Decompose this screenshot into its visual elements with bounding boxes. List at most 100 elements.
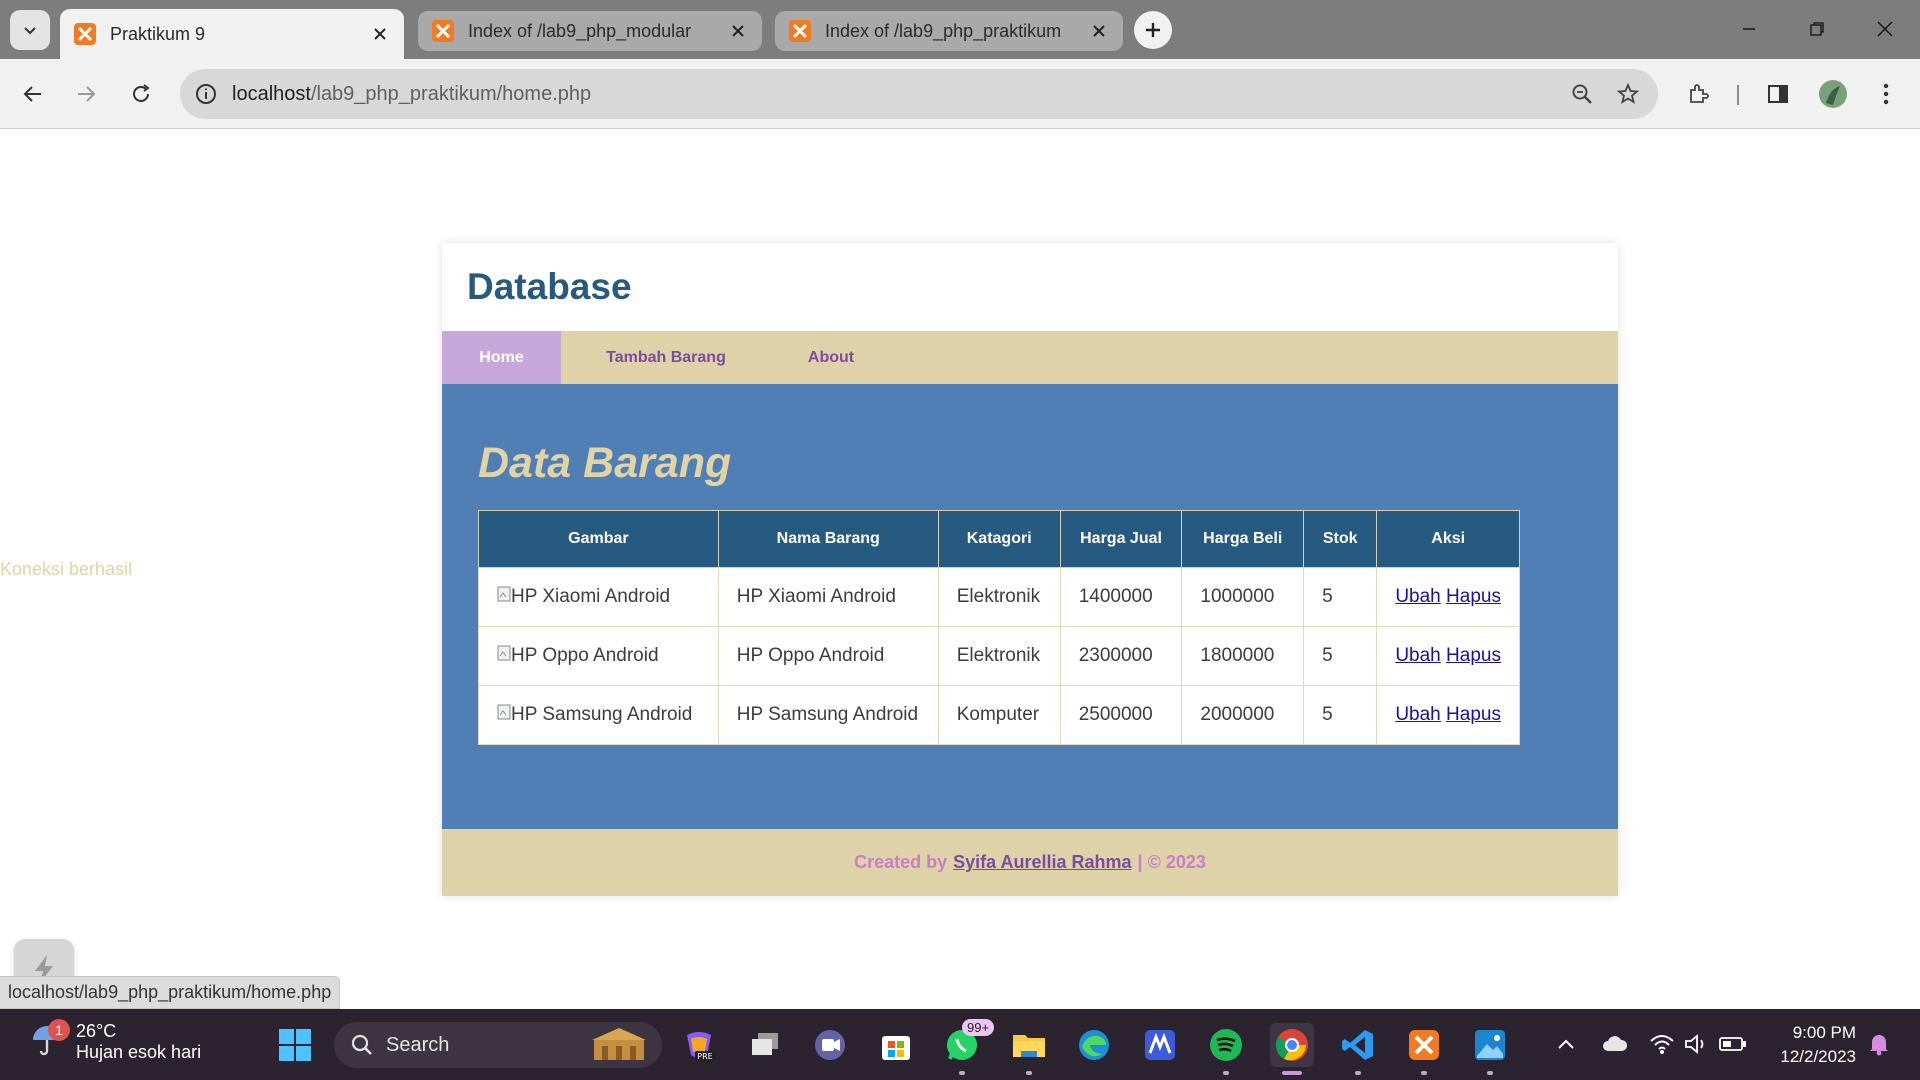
close-icon[interactable] (1089, 21, 1109, 41)
nav-about-link[interactable]: About (771, 331, 891, 384)
site-footer: Created by Syifa Aurellia Rahma | © 2023 (442, 829, 1618, 896)
taskbar-whatsapp[interactable]: 99+ (940, 1019, 995, 1075)
cloud-icon (1603, 1036, 1628, 1051)
reload-button[interactable] (123, 76, 159, 112)
taskbar-chrome[interactable] (1270, 1023, 1314, 1075)
nav-tambah-barang-link[interactable]: Tambah Barang (561, 331, 771, 384)
chevron-down-icon (24, 27, 36, 35)
arrow-left-icon (23, 86, 41, 102)
taskbar-store[interactable] (874, 1023, 918, 1067)
taskbar-file-explorer[interactable] (1007, 1023, 1051, 1075)
main-content: Data Barang Gambar Nama Barang Katagori … (442, 384, 1618, 829)
taskbar-photos[interactable] (1468, 1023, 1512, 1075)
vscode-icon (1342, 1030, 1373, 1060)
page-container: Database Home Tambah Barang About Data B… (442, 243, 1618, 896)
edge-icon (1079, 1030, 1109, 1060)
svg-text:PRE: PRE (697, 1052, 712, 1061)
cell-nama-barang: HP Samsung Android (717, 685, 939, 745)
bookmark-button[interactable] (1612, 78, 1644, 110)
nav-home-link[interactable]: Home (442, 331, 561, 384)
photos-icon (1475, 1030, 1505, 1060)
cell-aksi: Ubah Hapus (1376, 685, 1520, 745)
tab-search-button[interactable] (10, 10, 50, 50)
tab-lab9-php-modular[interactable]: Index of /lab9_php_modular (418, 11, 762, 51)
site-info-icon[interactable] (194, 82, 218, 106)
url-host: localhost (232, 82, 311, 105)
clock-time: 9:00 PM (1792, 1023, 1856, 1042)
running-indicator (1223, 1071, 1229, 1075)
footer-author-link[interactable]: Syifa Aurellia Rahma (953, 852, 1131, 873)
column-header-aksi: Aksi (1376, 510, 1520, 568)
ubah-link[interactable]: Ubah (1395, 645, 1440, 666)
ubah-link[interactable]: Ubah (1395, 586, 1440, 607)
clock-date: 12/2/2023 (1780, 1047, 1856, 1066)
taskbar-vscode[interactable] (1336, 1023, 1380, 1075)
tray-overflow-button[interactable] (1551, 1029, 1581, 1059)
table-row: HP Oppo Android HP Oppo Android Elektron… (478, 626, 1520, 686)
footer-suffix: | © 2023 (1137, 852, 1206, 872)
taskbar-xampp[interactable] (1402, 1023, 1446, 1075)
cell-aksi: Ubah Hapus (1376, 567, 1520, 627)
minimize-icon (1743, 28, 1755, 30)
cell-harga-jual: 2500000 (1059, 685, 1183, 745)
menu-button[interactable] (1868, 76, 1904, 112)
windows-logo-icon (279, 1029, 311, 1061)
taskbar-spotify[interactable] (1204, 1023, 1248, 1075)
new-tab-button[interactable] (1134, 11, 1172, 49)
taskbar-task-view[interactable] (743, 1023, 787, 1067)
tray-battery[interactable] (1718, 1029, 1748, 1059)
m-app-icon (1145, 1030, 1175, 1060)
taskbar-app-m[interactable] (1138, 1023, 1182, 1067)
main-nav: Home Tambah Barang About (442, 331, 1618, 384)
address-bar[interactable]: localhost/lab9_php_praktikum/home.php (180, 69, 1658, 119)
start-button[interactable] (273, 1023, 317, 1067)
connection-status-text: Koneksi berhasil (0, 559, 133, 579)
taskbar-teams[interactable] (808, 1023, 852, 1067)
taskbar-clock[interactable]: 9:00 PM 12/2/2023 (1770, 1021, 1856, 1069)
cell-harga-beli: 1800000 (1181, 626, 1305, 686)
wifi-icon (1650, 1035, 1674, 1054)
tray-onedrive[interactable] (1600, 1029, 1630, 1059)
minimize-button[interactable] (1734, 14, 1764, 44)
weather-widget[interactable]: 1 26°C Hujan esok hari (30, 1018, 201, 1063)
forward-button[interactable] (68, 76, 104, 112)
tray-volume[interactable] (1681, 1029, 1711, 1059)
back-button[interactable] (15, 76, 51, 112)
zoom-icon (1572, 84, 1592, 104)
tab-praktikum-9[interactable]: Praktikum 9 (60, 9, 404, 59)
close-window-button[interactable] (1870, 14, 1900, 44)
hapus-link[interactable]: Hapus (1446, 586, 1501, 607)
profile-button[interactable] (1815, 76, 1851, 112)
cell-kategori: Elektronik (937, 567, 1061, 627)
puzzle-icon (1690, 84, 1709, 103)
cell-nama-barang: HP Oppo Android (717, 626, 939, 686)
plus-icon (1146, 23, 1160, 37)
avatar-icon (1819, 80, 1847, 108)
site-title: Database (467, 266, 632, 307)
ubah-link[interactable]: Ubah (1395, 704, 1440, 725)
tab-lab9-php-praktikum[interactable]: Index of /lab9_php_praktikum (775, 11, 1123, 51)
taskbar-copilot[interactable]: PRE (677, 1023, 721, 1067)
extensions-button[interactable] (1681, 76, 1717, 112)
zoom-button[interactable] (1566, 78, 1598, 110)
spotify-icon (1210, 1029, 1242, 1061)
close-icon[interactable] (370, 24, 390, 44)
hapus-link[interactable]: Hapus (1446, 645, 1501, 666)
arrow-right-icon (78, 86, 96, 102)
notifications-button[interactable] (1864, 1029, 1894, 1059)
image-alt-text: HP Xiaomi Android (511, 586, 671, 607)
table-header-row: Gambar Nama Barang Katagori Harga Jual H… (478, 510, 1520, 568)
browser-toolbar: localhost/lab9_php_praktikum/home.php (0, 59, 1920, 129)
section-title: Data Barang (478, 439, 732, 487)
taskbar-edge[interactable] (1072, 1023, 1116, 1067)
cell-harga-beli: 2000000 (1181, 685, 1305, 745)
close-icon[interactable] (728, 21, 748, 41)
taskbar-search[interactable]: Search (334, 1022, 662, 1068)
cell-harga-jual: 2300000 (1059, 626, 1183, 686)
hapus-link[interactable]: Hapus (1446, 704, 1501, 725)
table-row: HP Xiaomi Android HP Xiaomi Android Elek… (478, 567, 1520, 627)
column-header-harga-beli: Harga Beli (1181, 510, 1305, 568)
restore-button[interactable] (1802, 14, 1832, 44)
side-panel-button[interactable] (1760, 76, 1796, 112)
tray-wifi[interactable] (1647, 1029, 1677, 1059)
